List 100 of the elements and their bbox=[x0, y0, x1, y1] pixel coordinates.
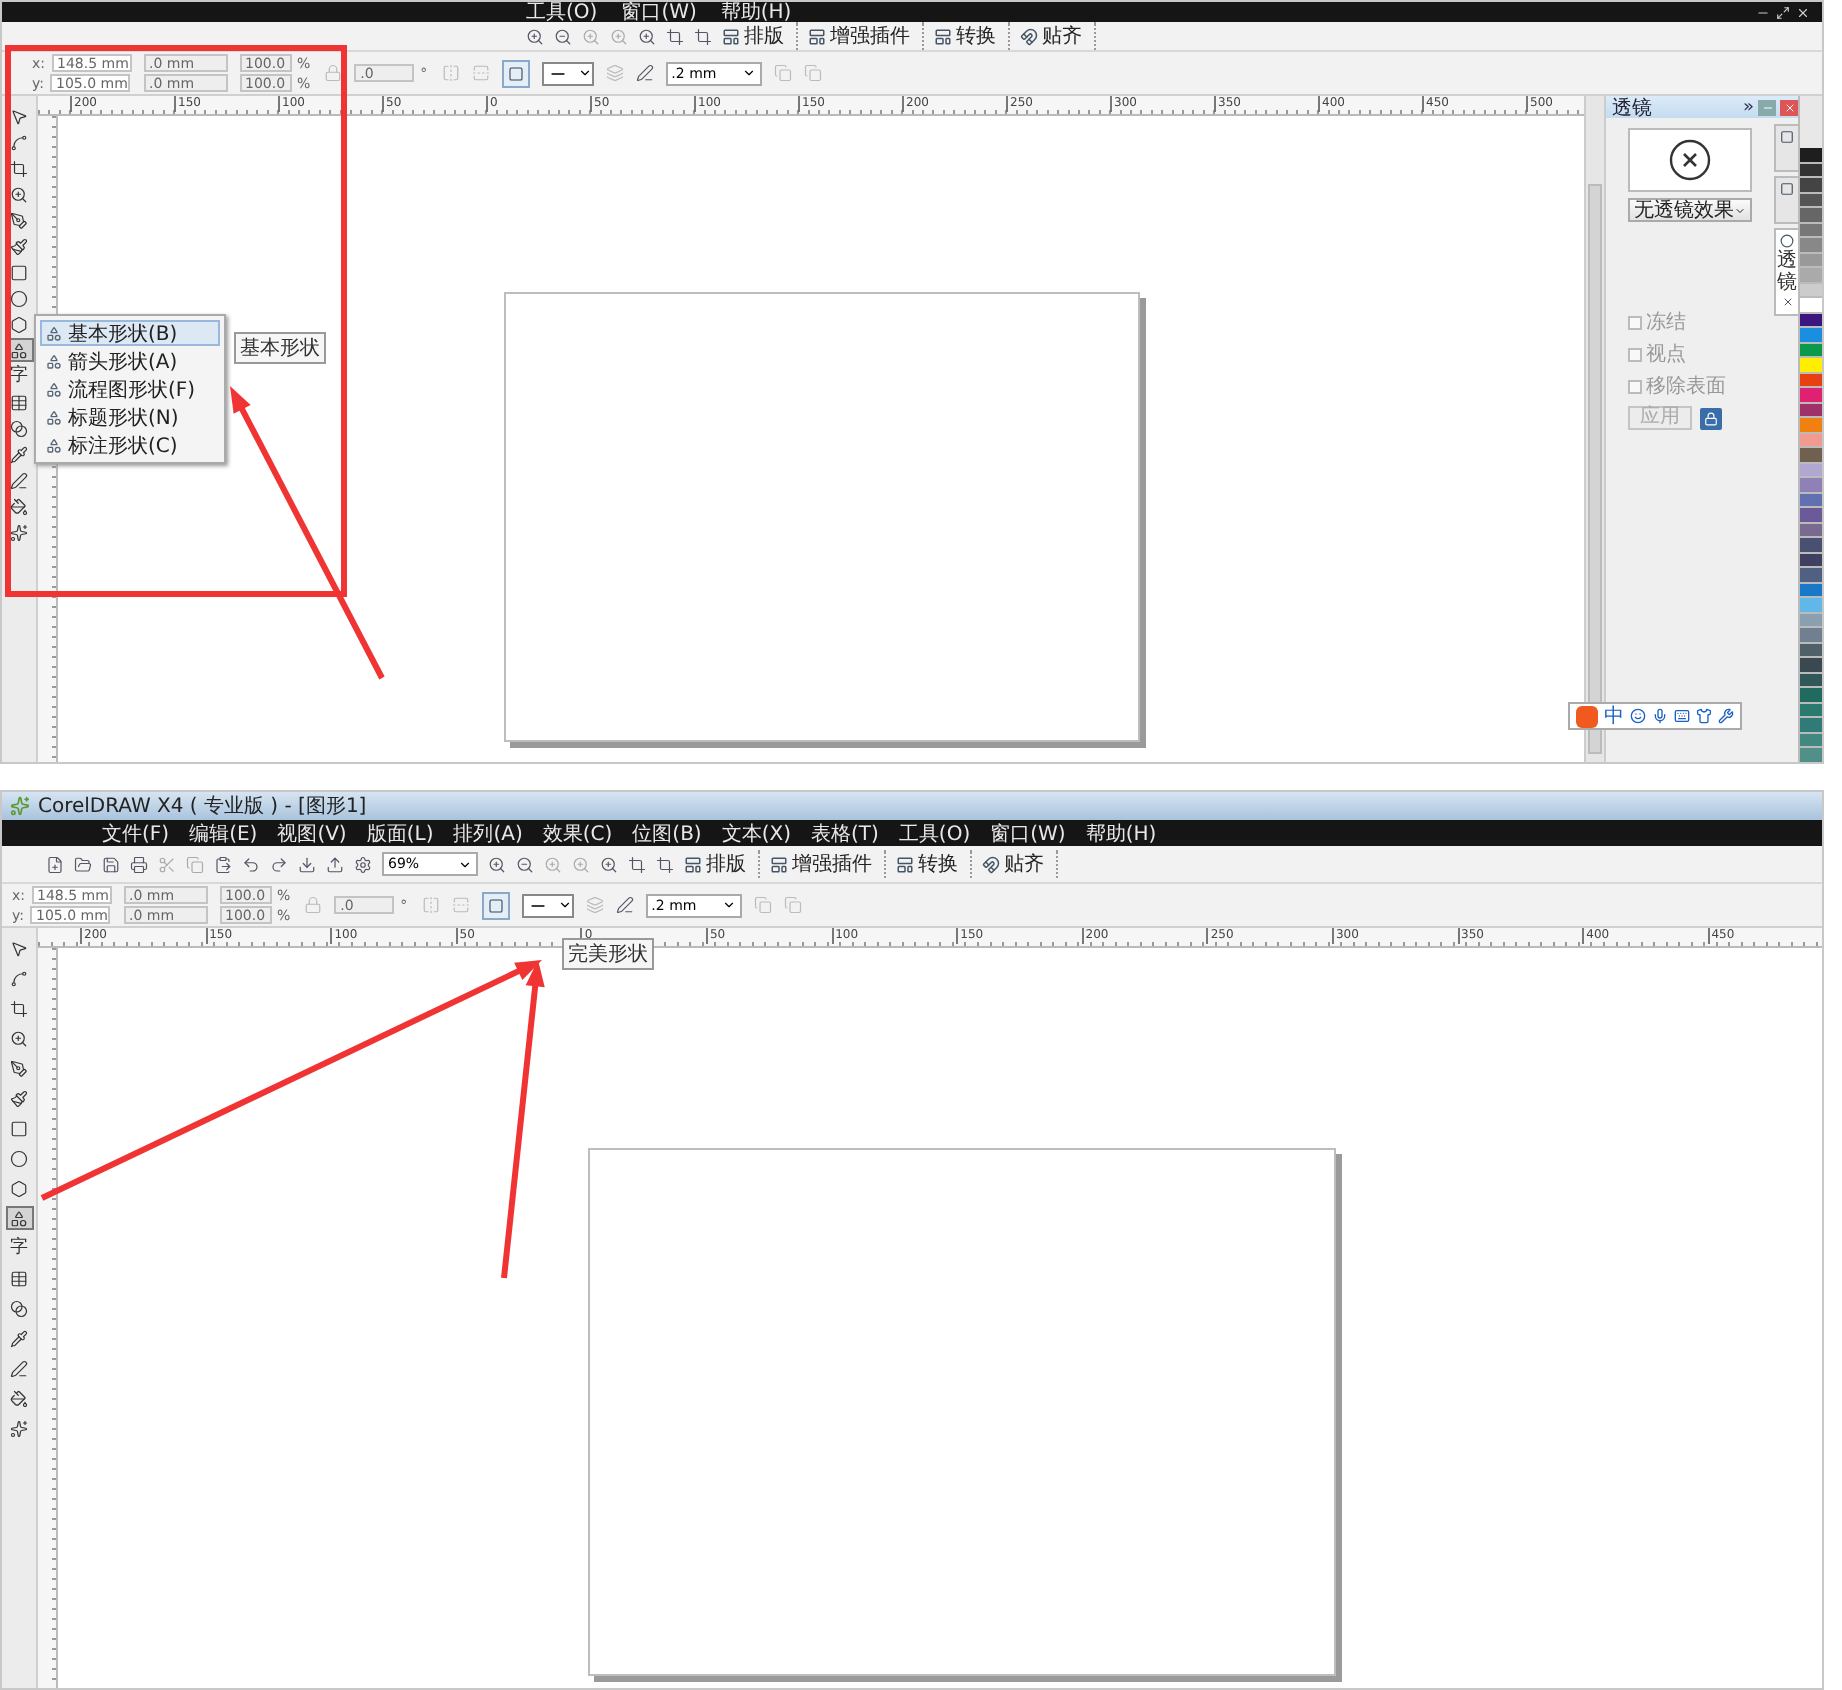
flyout-item[interactable]: 流程图形状(F) bbox=[40, 376, 220, 402]
color-swatch[interactable] bbox=[1800, 478, 1822, 493]
lock-icon[interactable] bbox=[324, 64, 343, 82]
docker-tab[interactable]: 透镜 bbox=[1774, 228, 1798, 316]
perfect-shape-button[interactable] bbox=[501, 59, 530, 87]
color-swatch[interactable] bbox=[1800, 388, 1822, 403]
menu-item[interactable]: 排列(A) bbox=[453, 819, 523, 847]
color-swatch[interactable] bbox=[1800, 628, 1822, 643]
color-swatch[interactable] bbox=[1800, 268, 1822, 283]
folder-icon[interactable] bbox=[74, 855, 92, 873]
zoom-out-icon[interactable] bbox=[516, 855, 534, 873]
tool-button[interactable] bbox=[5, 1386, 33, 1410]
plugin-button[interactable]: 增强插件 bbox=[808, 22, 924, 50]
shirt-icon[interactable] bbox=[1696, 708, 1712, 724]
flyout-item[interactable]: 标注形状(C) bbox=[40, 432, 220, 458]
color-swatch[interactable] bbox=[1800, 598, 1822, 613]
menu-item[interactable]: 版面(L) bbox=[366, 819, 434, 847]
docker-tab[interactable] bbox=[1774, 124, 1798, 172]
line-style-dropdown[interactable] bbox=[541, 61, 594, 85]
color-swatch[interactable] bbox=[1800, 508, 1822, 523]
line-style-dropdown[interactable] bbox=[521, 893, 574, 917]
tool-button[interactable] bbox=[5, 286, 33, 310]
paste-icon[interactable] bbox=[214, 855, 232, 873]
tool-button[interactable] bbox=[5, 1416, 33, 1440]
color-swatch[interactable] bbox=[1800, 658, 1822, 673]
lens-effect-dropdown[interactable]: 无透镜效果 bbox=[1628, 198, 1752, 222]
menu-item[interactable]: 效果(C) bbox=[542, 819, 613, 847]
crop-icon[interactable] bbox=[666, 27, 684, 45]
color-swatch[interactable] bbox=[1800, 328, 1822, 343]
zoom-out-icon[interactable] bbox=[554, 27, 572, 45]
perfect-shape-button[interactable] bbox=[481, 891, 510, 919]
menu-item[interactable]: 文件(F) bbox=[102, 819, 170, 847]
smile-icon[interactable] bbox=[1630, 708, 1646, 724]
color-swatch[interactable] bbox=[1800, 568, 1822, 583]
new-file-icon[interactable] bbox=[46, 855, 64, 873]
zoom-icon[interactable] bbox=[638, 27, 656, 45]
lock-button[interactable] bbox=[1700, 407, 1722, 429]
menu-item[interactable]: 帮助(H) bbox=[1085, 819, 1157, 847]
menu-item[interactable]: 工具(O) bbox=[898, 819, 971, 847]
tool-button[interactable] bbox=[5, 208, 33, 232]
crop-icon[interactable] bbox=[694, 27, 712, 45]
tool-button[interactable] bbox=[5, 1356, 33, 1380]
plugin-button[interactable]: 转换 bbox=[896, 850, 972, 878]
outline-pen-icon[interactable] bbox=[635, 64, 654, 82]
plugin-button[interactable]: 贴齐 bbox=[1020, 22, 1096, 50]
menu-item[interactable]: 表格(T) bbox=[811, 819, 879, 847]
maximize-icon[interactable] bbox=[1776, 5, 1790, 19]
tool-button[interactable] bbox=[5, 416, 33, 440]
tool-button[interactable] bbox=[5, 1086, 33, 1110]
flyout-item[interactable]: 基本形状(B) bbox=[40, 320, 220, 346]
export-icon[interactable] bbox=[326, 855, 344, 873]
tool-button[interactable]: 字 bbox=[5, 1236, 33, 1260]
tool-button[interactable]: 字 bbox=[5, 364, 33, 388]
tool-button[interactable] bbox=[5, 156, 33, 180]
plugin-button[interactable]: 增强插件 bbox=[770, 850, 886, 878]
expand-glyph[interactable]: » bbox=[1742, 97, 1754, 117]
color-swatch[interactable] bbox=[1800, 748, 1822, 762]
tool-button[interactable] bbox=[5, 520, 33, 544]
color-swatch[interactable] bbox=[1800, 418, 1822, 433]
outline-pen-icon[interactable] bbox=[615, 896, 634, 914]
tool-button[interactable] bbox=[5, 494, 33, 518]
printer-icon[interactable] bbox=[130, 855, 148, 873]
zoom-in-icon[interactable] bbox=[488, 855, 506, 873]
plugin-button[interactable]: 排版 bbox=[684, 850, 760, 878]
crop-icon[interactable] bbox=[656, 855, 674, 873]
tool-button[interactable] bbox=[5, 1296, 33, 1320]
close-button[interactable] bbox=[1780, 99, 1798, 115]
color-swatch[interactable] bbox=[1800, 298, 1822, 313]
menu-item[interactable]: 文本(X) bbox=[721, 819, 791, 847]
undo-icon[interactable] bbox=[242, 855, 260, 873]
color-swatch[interactable] bbox=[1800, 688, 1822, 703]
tool-button[interactable] bbox=[5, 1146, 33, 1170]
color-swatch[interactable] bbox=[1800, 358, 1822, 373]
redo-icon[interactable] bbox=[270, 855, 288, 873]
tool-button[interactable] bbox=[5, 442, 33, 466]
microphone-icon[interactable] bbox=[1652, 708, 1668, 724]
color-swatch[interactable] bbox=[1800, 448, 1822, 463]
tool-button[interactable] bbox=[5, 1056, 33, 1080]
tool-button[interactable] bbox=[5, 468, 33, 492]
menu-item[interactable]: 编辑(E) bbox=[189, 819, 258, 847]
import-icon[interactable] bbox=[298, 855, 316, 873]
zoom-icon[interactable] bbox=[600, 855, 618, 873]
color-swatch[interactable] bbox=[1800, 178, 1822, 193]
menu-item[interactable]: 帮助(H) bbox=[720, 2, 792, 26]
keyboard-icon[interactable] bbox=[1674, 708, 1690, 724]
plugin-button[interactable]: 贴齐 bbox=[982, 850, 1058, 878]
scrollbar[interactable] bbox=[1584, 96, 1604, 762]
color-swatch[interactable] bbox=[1800, 718, 1822, 733]
ime-mode-button[interactable]: 中 bbox=[1604, 702, 1624, 730]
color-swatch[interactable] bbox=[1800, 538, 1822, 553]
tool-button[interactable] bbox=[5, 234, 33, 258]
options-icon[interactable] bbox=[354, 855, 372, 873]
plugin-button[interactable]: 转换 bbox=[934, 22, 1010, 50]
save-icon[interactable] bbox=[102, 855, 120, 873]
flyout-item[interactable]: 箭头形状(A) bbox=[40, 348, 220, 374]
plugin-button[interactable]: 排版 bbox=[722, 22, 798, 50]
zoom-in-icon[interactable] bbox=[526, 27, 544, 45]
menu-item[interactable]: 窗口(W) bbox=[990, 819, 1066, 847]
menu-item[interactable]: 视图(V) bbox=[277, 819, 347, 847]
color-swatch[interactable] bbox=[1800, 208, 1822, 223]
